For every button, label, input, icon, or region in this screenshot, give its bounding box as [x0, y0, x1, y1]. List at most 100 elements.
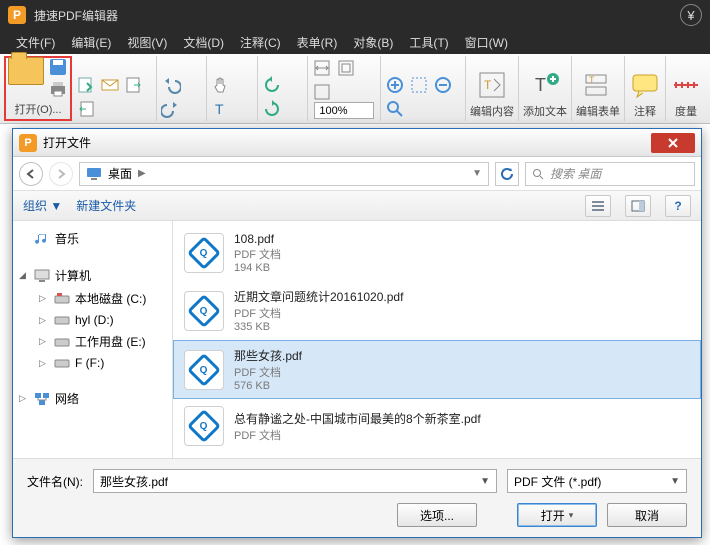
filename-value: 那些女孩.pdf [100, 473, 168, 490]
open-group[interactable]: 打开(O)... [4, 56, 72, 121]
drive-icon [54, 313, 70, 327]
tree-network[interactable]: ▷ 网络 [17, 387, 168, 410]
file-name: 那些女孩.pdf [234, 347, 302, 364]
app-title: 捷速PDF编辑器 [34, 7, 118, 24]
fit-width-icon[interactable] [312, 58, 332, 78]
dialog-footer: 文件名(N): 那些女孩.pdf ▼ PDF 文件 (*.pdf) ▼ 选项..… [13, 459, 701, 537]
tree-drive-f-label: F (F:) [75, 356, 104, 370]
svg-text:T: T [215, 101, 224, 117]
edit-content-icon: T [476, 69, 508, 101]
zoom-in-icon[interactable] [385, 75, 405, 95]
refresh-icon [500, 167, 514, 181]
file-size: 194 KB [234, 262, 281, 274]
titlebar: P 捷速PDF编辑器 ¥ [0, 0, 710, 30]
file-item[interactable]: Q 那些女孩.pdf PDF 文档 576 KB [173, 340, 701, 399]
add-text-group[interactable]: T 添加文本 [519, 56, 572, 121]
menu-annotate[interactable]: 注释(C) [232, 34, 289, 51]
tree-drive-e[interactable]: ▷ 工作用盘 (E:) [17, 330, 168, 353]
zoom-value: 100% [319, 105, 347, 117]
search-input[interactable]: 搜索 桌面 [525, 162, 695, 186]
filter-value: PDF 文件 (*.pdf) [514, 473, 601, 490]
organize-button[interactable]: 组织 ▼ [23, 197, 62, 214]
menu-view[interactable]: 视图(V) [119, 34, 175, 51]
ribbon: 打开(O)... T 100% [0, 54, 710, 124]
open-button-label: 打开 [541, 507, 565, 524]
print-icon[interactable] [48, 79, 68, 99]
preview-pane-button[interactable] [625, 195, 651, 217]
undo-icon[interactable] [161, 75, 181, 95]
doc-right-icon[interactable] [124, 75, 144, 95]
edit-content-group[interactable]: T 编辑内容 [466, 56, 519, 121]
pdf-file-icon: Q [184, 291, 224, 331]
measure-label: 度量 [675, 103, 697, 119]
actual-size-icon[interactable] [312, 82, 332, 102]
view-mode-button[interactable] [585, 195, 611, 217]
marquee-zoom-icon[interactable] [409, 75, 429, 95]
rotate-left-icon[interactable] [262, 75, 282, 95]
open-label: 打开(O)... [14, 101, 61, 117]
annotate-group[interactable]: 注释 [625, 56, 666, 121]
menu-document[interactable]: 文档(D) [175, 34, 232, 51]
tree-drive-c[interactable]: ▷ 本地磁盘 (C:) [17, 287, 168, 310]
tree-drive-f[interactable]: ▷ F (F:) [17, 353, 168, 373]
menu-tools[interactable]: 工具(T) [401, 34, 456, 51]
list-view-icon [591, 200, 605, 212]
doc-left-icon[interactable] [76, 99, 96, 119]
drive-icon [54, 292, 70, 306]
hand-icon[interactable] [211, 75, 231, 95]
measure-group[interactable]: 度量 [666, 56, 706, 121]
nav-back-button[interactable] [19, 162, 43, 186]
svg-text:T: T [589, 75, 595, 85]
menu-window[interactable]: 窗口(W) [457, 34, 516, 51]
menu-object[interactable]: 对象(B) [345, 34, 401, 51]
dialog-nav: 桌面 ▶ ▼ 搜索 桌面 [13, 157, 701, 191]
folder-open-icon[interactable] [8, 57, 44, 85]
help-button[interactable]: ? [665, 195, 691, 217]
redo-icon[interactable] [161, 99, 181, 119]
file-name: 总有静谧之处-中国城市间最美的8个新茶室.pdf [234, 410, 481, 427]
cursor-group: T [207, 56, 258, 121]
zoom-out-icon[interactable] [433, 75, 453, 95]
yen-icon[interactable]: ¥ [680, 4, 702, 26]
fit-page-icon[interactable] [336, 58, 356, 78]
rotate-right-icon[interactable] [262, 99, 282, 119]
dialog-close-button[interactable] [651, 133, 695, 153]
open-button[interactable]: 打开 ▾ [517, 503, 597, 527]
refresh-button[interactable] [495, 162, 519, 186]
filename-combo[interactable]: 那些女孩.pdf ▼ [93, 469, 497, 493]
rotate-group [258, 56, 309, 121]
filter-combo[interactable]: PDF 文件 (*.pdf) ▼ [507, 469, 687, 493]
email-icon[interactable] [100, 75, 120, 95]
pdf-file-icon: Q [184, 233, 224, 273]
breadcrumb[interactable]: 桌面 ▶ ▼ [79, 162, 489, 186]
menu-edit[interactable]: 编辑(E) [63, 34, 119, 51]
file-item[interactable]: Q 近期文章问题统计20161020.pdf PDF 文档 335 KB [173, 281, 701, 340]
menu-file[interactable]: 文件(F) [8, 34, 63, 51]
tree-network-label: 网络 [55, 390, 79, 407]
tree-music[interactable]: 音乐 [17, 227, 168, 250]
loupe-icon[interactable] [385, 99, 405, 119]
new-folder-button[interactable]: 新建文件夹 [76, 197, 136, 214]
zoom-combo[interactable]: 100% [314, 102, 374, 119]
nav-forward-button[interactable] [49, 162, 73, 186]
tree-drive-d[interactable]: ▷ hyl (D:) [17, 310, 168, 330]
menu-form[interactable]: 表单(R) [289, 34, 346, 51]
export-icon[interactable] [76, 75, 96, 95]
text-select-icon[interactable]: T [211, 99, 231, 119]
save-icon[interactable] [48, 57, 68, 77]
pdf-file-icon: Q [184, 350, 224, 390]
zoom-group: 100% [308, 56, 381, 121]
file-item[interactable]: Q 总有静谧之处-中国城市间最美的8个新茶室.pdf PDF 文档 [173, 399, 701, 453]
add-text-label: 添加文本 [523, 103, 567, 119]
edit-form-group[interactable]: T 编辑表单 [572, 56, 625, 121]
file-item[interactable]: Q 108.pdf PDF 文档 194 KB [173, 225, 701, 281]
search-icon [532, 168, 544, 180]
options-button[interactable]: 选项... [397, 503, 477, 527]
tree-computer[interactable]: ◢ 计算机 [17, 264, 168, 287]
chevron-down-icon[interactable]: ▼ [472, 168, 482, 179]
arrow-right-icon [55, 168, 67, 180]
music-icon [34, 232, 50, 246]
cancel-button[interactable]: 取消 [607, 503, 687, 527]
chevron-right-icon: ▶ [138, 168, 146, 179]
pdf-file-icon: Q [184, 406, 224, 446]
